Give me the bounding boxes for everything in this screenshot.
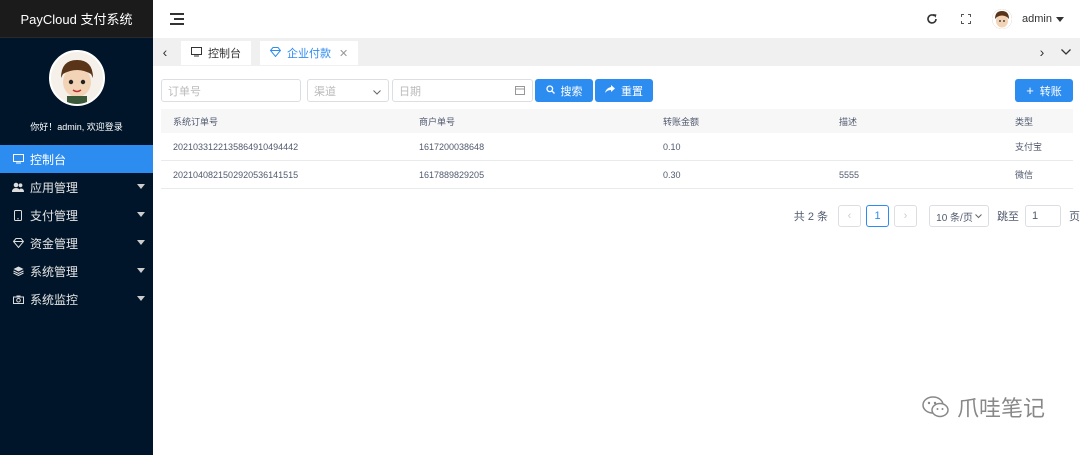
table-row[interactable]: 2021033122135864910494442 1617200038648 … xyxy=(161,133,1073,161)
chevron-down-icon xyxy=(137,268,145,273)
chevron-down-icon xyxy=(137,296,145,301)
refresh-icon[interactable] xyxy=(924,11,940,27)
username[interactable]: admin xyxy=(1022,13,1052,25)
page-number[interactable]: 1 xyxy=(866,205,889,227)
diamond-icon xyxy=(269,46,282,60)
table-cell: 5555 xyxy=(839,169,860,180)
order-no-input[interactable]: 订单号 xyxy=(161,79,301,102)
tab-scroll-right-icon[interactable]: › xyxy=(1032,38,1052,66)
sidebar: PayCloud 支付系统 你好！admin, 欢迎登录 控制台 应用管理 支付… xyxy=(0,0,153,455)
sidebar-item-dashboard[interactable]: 控制台 xyxy=(0,145,153,173)
goto-label: 跳至 xyxy=(997,211,1019,223)
channel-select[interactable]: 渠道 xyxy=(307,79,389,102)
column-header[interactable]: 类型 xyxy=(1003,115,1073,128)
brand-title: PayCloud 支付系统 xyxy=(0,0,153,38)
calendar-icon xyxy=(515,85,525,98)
chevron-down-icon xyxy=(137,184,145,189)
table-cell: 2021033122135864910494442 xyxy=(173,141,299,152)
tab-label: 控制台 xyxy=(208,48,241,60)
monitor-icon xyxy=(191,46,202,60)
sidebar-menu: 控制台 应用管理 支付管理 资金管理 系统管理 系统监控 xyxy=(0,145,153,313)
watermark: 爪哇笔记 xyxy=(921,391,1045,423)
table-cell: 1617200038648 xyxy=(419,141,485,152)
mobile-icon xyxy=(12,209,24,221)
column-header[interactable]: 系统订单号 xyxy=(161,115,407,128)
total-count: 共 2 条 xyxy=(793,211,828,223)
sidebar-item-label: 资金管理 xyxy=(30,236,79,251)
tab-scroll-left-icon[interactable]: ‹ xyxy=(155,38,175,66)
users-icon xyxy=(12,181,24,193)
tabs-bar: ‹ 控制台 企业付款 ✕ › xyxy=(153,38,1080,66)
tab-menu-chevron-down-icon[interactable] xyxy=(1056,38,1076,66)
sidebar-item-system-monitor[interactable]: 系统监控 xyxy=(0,285,153,313)
column-header[interactable]: 转账金额 xyxy=(651,115,827,128)
sidebar-item-label: 系统监控 xyxy=(30,292,79,307)
table-row[interactable]: 2021040821502920536141515 1617889829205 … xyxy=(161,161,1073,189)
top-header: admin xyxy=(153,0,1080,38)
table-cell: 2021040821502920536141515 xyxy=(173,169,299,180)
menu-toggle-icon[interactable] xyxy=(170,13,184,25)
payment-table: 系统订单号 商户单号 转账金额 描述 类型 202103312213586491… xyxy=(161,109,1073,189)
date-picker[interactable]: 日期 xyxy=(392,79,533,102)
search-bar: 订单号 渠道 日期 搜索 重置 + 转账 xyxy=(161,79,1073,102)
diamond-icon xyxy=(12,237,24,249)
share-icon xyxy=(605,85,615,96)
chevron-down-icon xyxy=(974,213,982,218)
plus-icon: + xyxy=(1026,83,1034,98)
sidebar-item-label: 控制台 xyxy=(30,152,67,167)
chevron-down-icon xyxy=(137,240,145,245)
tab-label: 企业付款 xyxy=(287,48,331,60)
table-cell: 0.10 xyxy=(663,141,681,152)
column-header[interactable]: 商户单号 xyxy=(407,115,651,128)
monitor-icon xyxy=(12,153,24,165)
search-button[interactable]: 搜索 xyxy=(535,79,593,102)
transfer-button[interactable]: + 转账 xyxy=(1015,79,1073,102)
page-suffix: 页 xyxy=(1069,211,1080,223)
sidebar-item-fund-management[interactable]: 资金管理 xyxy=(0,229,153,257)
reset-button[interactable]: 重置 xyxy=(595,79,653,102)
tab-enterprise-payment[interactable]: 企业付款 ✕ xyxy=(260,41,359,65)
fullscreen-icon[interactable] xyxy=(958,11,974,27)
sidebar-item-system-management[interactable]: 系统管理 xyxy=(0,257,153,285)
tab-dashboard[interactable]: 控制台 xyxy=(181,41,251,65)
avatar xyxy=(48,50,105,106)
close-icon[interactable]: ✕ xyxy=(339,47,348,60)
page-size-select[interactable]: 10 条/页 xyxy=(929,205,989,227)
wechat-icon xyxy=(922,396,949,418)
sidebar-item-payment-management[interactable]: 支付管理 xyxy=(0,201,153,229)
camera-icon xyxy=(12,293,24,305)
welcome-text: 你好！admin, 欢迎登录 xyxy=(30,122,123,132)
chevron-down-icon xyxy=(137,212,145,217)
pagination: 共 2 条 ‹ 1 › 10 条/页 跳至 1 页 xyxy=(794,204,1080,228)
sidebar-item-label: 系统管理 xyxy=(30,264,79,279)
search-icon xyxy=(545,84,555,97)
sidebar-item-label: 支付管理 xyxy=(30,208,79,223)
table-cell: 1617889829205 xyxy=(419,169,485,180)
layers-icon xyxy=(12,265,24,277)
table-cell: 微信 xyxy=(1015,170,1034,180)
chevron-down-icon xyxy=(373,88,381,97)
table-header: 系统订单号 商户单号 转账金额 描述 类型 xyxy=(161,109,1073,133)
next-page-icon[interactable]: › xyxy=(894,205,917,227)
table-cell: 支付宝 xyxy=(1015,142,1043,152)
goto-page-input[interactable]: 1 xyxy=(1025,205,1061,227)
sidebar-item-app-management[interactable]: 应用管理 xyxy=(0,173,153,201)
user-avatar[interactable] xyxy=(992,9,1013,29)
table-cell: 0.30 xyxy=(663,169,681,180)
column-header[interactable]: 描述 xyxy=(827,115,1003,128)
prev-page-icon[interactable]: ‹ xyxy=(838,205,861,227)
chevron-down-icon[interactable] xyxy=(1056,16,1064,22)
sidebar-item-label: 应用管理 xyxy=(30,180,79,195)
